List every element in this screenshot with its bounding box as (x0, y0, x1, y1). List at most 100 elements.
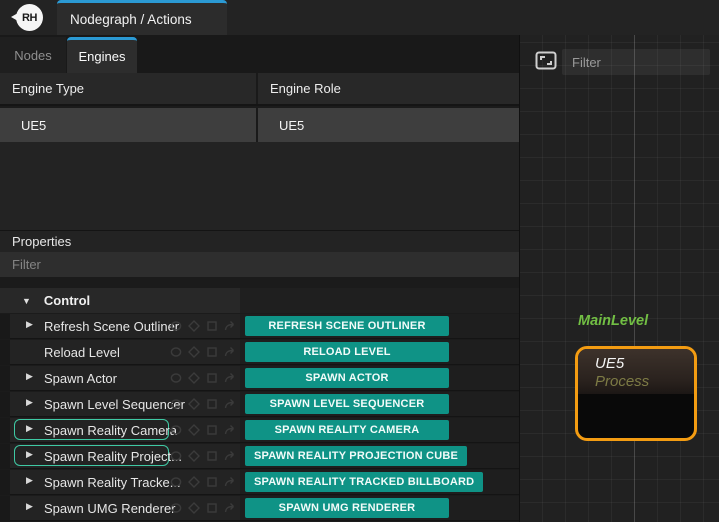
property-item[interactable]: ▶Refresh Scene Outliner (10, 314, 240, 339)
row-gutter (0, 418, 10, 443)
expand-arrow-icon[interactable]: ▶ (26, 371, 33, 382)
curve-arrow-icon[interactable] (224, 450, 237, 462)
action-button[interactable]: SPAWN LEVEL SEQUENCER (245, 394, 449, 414)
property-item[interactable]: ▶ Spawn UMG Renderer (10, 496, 240, 521)
curve-arrow-icon[interactable] (224, 320, 237, 332)
property-item[interactable]: ▶Spawn Level Sequencer (10, 392, 240, 417)
property-row: ▶ Spawn Reality Tracke... SPAWN REALITY TR… (0, 470, 519, 496)
square-icon[interactable] (206, 346, 218, 358)
graph-filter-input[interactable] (562, 49, 710, 75)
properties-filter-input[interactable] (0, 252, 519, 277)
square-icon[interactable] (206, 398, 218, 410)
action-button[interactable]: SPAWN ACTOR (245, 368, 449, 388)
curve-arrow-icon[interactable] (224, 502, 237, 514)
row-gutter (0, 366, 10, 391)
curve-arrow-icon[interactable] (224, 476, 237, 488)
tab-nodes[interactable]: Nodes (0, 37, 66, 73)
row-gutter (0, 470, 10, 495)
socket-icon[interactable] (170, 320, 182, 332)
action-cell: RELOAD LEVEL (240, 340, 519, 365)
square-icon[interactable] (206, 450, 218, 462)
property-item[interactable]: ▶ Spawn Reality Camera (10, 418, 240, 443)
property-item[interactable]: ▶ Spawn Reality Tracke... (10, 470, 240, 495)
expand-arrow-icon[interactable]: ▶ (26, 449, 33, 460)
diamond-icon[interactable] (188, 398, 200, 410)
square-icon[interactable] (206, 476, 218, 488)
socket-icon[interactable] (170, 502, 182, 514)
diamond-icon[interactable] (188, 450, 200, 462)
reality-hub-logo-icon[interactable]: RH (16, 4, 43, 31)
engine-table-empty-area (0, 142, 519, 230)
socket-icon[interactable] (170, 372, 182, 384)
diamond-icon[interactable] (188, 424, 200, 436)
property-label: Spawn Reality Project... (44, 449, 182, 464)
curve-arrow-icon[interactable] (224, 372, 237, 384)
diamond-icon[interactable] (188, 320, 200, 332)
main-tab-label: Nodegraph / Actions (70, 12, 192, 27)
property-icons (170, 424, 237, 436)
property-rows: ▶Refresh Scene OutlinerREFRESH SCENE OUT… (0, 314, 519, 522)
property-item[interactable]: ▶ Spawn Reality Project... (10, 444, 240, 469)
row-gutter (0, 340, 10, 365)
expand-arrow-icon[interactable]: ▶ (26, 397, 33, 408)
socket-icon[interactable] (170, 476, 182, 488)
diamond-icon[interactable] (188, 372, 200, 384)
square-icon[interactable] (206, 320, 218, 332)
expand-arrow-icon[interactable]: ▶ (26, 423, 33, 434)
square-icon[interactable] (206, 372, 218, 384)
property-label: Spawn UMG Renderer (44, 501, 176, 516)
nodegraph-canvas[interactable]: MainLevel UE5 Process (519, 35, 719, 522)
properties-title: Properties (12, 234, 71, 249)
expand-arrow-icon[interactable]: ▶ (26, 475, 33, 486)
tab-nodegraph-actions[interactable]: Nodegraph / Actions (57, 0, 227, 35)
curve-arrow-icon[interactable] (224, 346, 237, 358)
square-icon[interactable] (206, 424, 218, 436)
property-row: ▶ Spawn UMG Renderer SPAWN UMG RENDERER (0, 496, 519, 522)
property-row: ▶ Spawn Reality Project... SPAWN REALITY P… (0, 444, 519, 470)
engine-table-row-selected[interactable]: UE5 UE5 (0, 108, 519, 142)
property-icons (170, 502, 237, 514)
properties-header: Properties (0, 230, 519, 252)
property-icons (170, 398, 237, 410)
tab-engines[interactable]: Engines (67, 37, 137, 73)
engine-node-ue5[interactable]: UE5 Process (575, 346, 697, 441)
collapse-arrow-icon[interactable]: ▼ (22, 296, 31, 306)
curve-arrow-icon[interactable] (224, 424, 237, 436)
socket-icon[interactable] (170, 346, 182, 358)
diamond-icon[interactable] (188, 502, 200, 514)
action-button[interactable]: SPAWN UMG RENDERER (245, 498, 449, 518)
property-label: Spawn Reality Camera (44, 423, 177, 438)
square-icon[interactable] (206, 502, 218, 514)
node-title: UE5 (595, 355, 694, 372)
column-engine-type[interactable]: Engine Type (0, 73, 258, 104)
diamond-icon[interactable] (188, 346, 200, 358)
action-button[interactable]: RELOAD LEVEL (245, 342, 449, 362)
socket-icon[interactable] (170, 398, 182, 410)
property-item[interactable]: ▶Reload Level (10, 340, 240, 365)
property-row: ▶Refresh Scene OutlinerREFRESH SCENE OUT… (0, 314, 519, 340)
action-button[interactable]: SPAWN REALITY TRACKED BILLBOARD (245, 472, 483, 492)
fit-view-icon[interactable] (535, 49, 557, 77)
socket-icon[interactable] (170, 424, 182, 436)
curve-arrow-icon[interactable] (224, 398, 237, 410)
expand-arrow-icon[interactable]: ▶ (26, 501, 33, 512)
action-cell: REFRESH SCENE OUTLINER (240, 314, 519, 339)
engine-type-value: UE5 (0, 108, 258, 142)
group-row-control[interactable]: ▼ Control (0, 288, 519, 313)
engine-role-value: UE5 (258, 108, 519, 142)
diamond-icon[interactable] (188, 476, 200, 488)
row-gutter (0, 392, 10, 417)
column-engine-role[interactable]: Engine Role (258, 73, 519, 104)
action-button[interactable]: SPAWN REALITY CAMERA (245, 420, 449, 440)
row-gutter (0, 496, 10, 521)
expand-arrow-icon[interactable]: ▶ (26, 319, 33, 330)
socket-icon[interactable] (170, 450, 182, 462)
node-annotation: MainLevel (578, 313, 648, 329)
action-button[interactable]: SPAWN REALITY PROJECTION CUBE (245, 446, 467, 466)
action-button[interactable]: REFRESH SCENE OUTLINER (245, 316, 449, 336)
property-row: ▶Spawn Level SequencerSPAWN LEVEL SEQUEN… (0, 392, 519, 418)
property-label: Spawn Reality Tracke... (44, 475, 181, 490)
node-header: UE5 Process (578, 349, 694, 394)
property-item[interactable]: ▶Spawn Actor (10, 366, 240, 391)
title-bar: RH Nodegraph / Actions (0, 0, 719, 35)
